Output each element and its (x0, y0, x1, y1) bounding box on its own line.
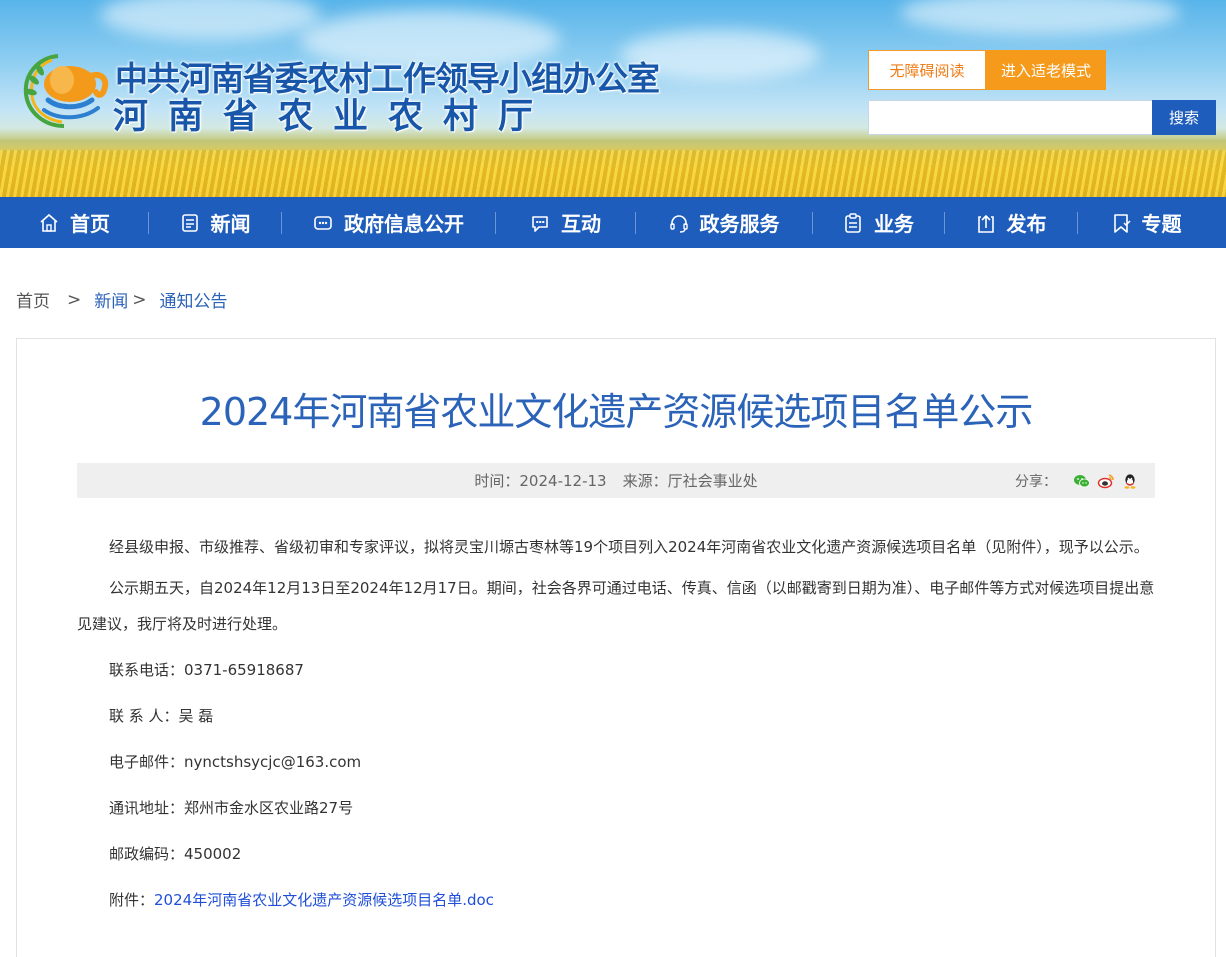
nav-item-label: 互动 (561, 212, 601, 236)
breadcrumb-news[interactable]: 新闻 (94, 287, 128, 312)
nav-item-news[interactable]: 新闻 (148, 197, 281, 248)
header-banner: 中共河南省委农村工作领导小组办公室 河南省农业农村厅 无障碍阅读 进入适老模式 … (0, 0, 1226, 197)
attachment-line: 附件：2024年河南省农业文化遗产资源候选项目名单.doc (77, 877, 1157, 923)
headset-icon (668, 212, 690, 234)
home-icon (38, 212, 60, 234)
org-name-line2: 河南省农业农村厅 (113, 96, 554, 137)
nav-item-interact[interactable]: 互动 (495, 197, 635, 248)
chat-icon (529, 212, 551, 234)
postcode: 邮政编码：450002 (109, 845, 242, 863)
nav-item-label: 政务服务 (699, 212, 780, 236)
breadcrumb-current[interactable]: 通知公告 (160, 287, 228, 312)
breadcrumb-separator: > (132, 289, 147, 310)
nav-item-label: 政府信息公开 (344, 212, 464, 236)
share-bar: 分享： (1015, 463, 1139, 498)
nav-item-home[interactable]: 首页 (0, 197, 148, 248)
attachment-link[interactable]: 2024年河南省农业文化遗产资源候选项目名单.doc (154, 891, 494, 909)
nav-item-gov-service[interactable]: 政务服务 (635, 197, 812, 248)
publish-time: 时间：2024-12-13 (474, 472, 607, 490)
info-icon (312, 212, 334, 234)
search-input[interactable] (868, 100, 1153, 135)
wechat-icon[interactable] (1073, 472, 1091, 490)
share-label: 分享： (1015, 473, 1057, 490)
upload-icon (975, 212, 997, 234)
article-meta-bar: 时间：2024-12-13 来源：厅社会事业处 分享： (77, 463, 1155, 498)
nav-item-label: 发布 (1006, 212, 1047, 236)
breadcrumb: 首页 > 新闻 > 通知公告 (16, 287, 228, 313)
logo-icon (18, 50, 110, 132)
nav-item-gov-info[interactable]: 政府信息公开 (281, 197, 495, 248)
nav-item-label: 业务 (874, 212, 914, 236)
bookmark-icon (1110, 212, 1132, 234)
contact-phone: 联系电话：0371-65918687 (109, 661, 304, 679)
nav-item-label: 首页 (70, 212, 110, 236)
attachment-prefix: 附件： (109, 891, 155, 909)
accessible-reading-button[interactable]: 无障碍阅读 (868, 50, 986, 90)
article-source: 来源：厅社会事业处 (622, 472, 758, 490)
article-title: 2024年河南省农业文化遗产资源候选项目名单公示 (199, 390, 1034, 434)
nav-item-special[interactable]: 专题 (1077, 197, 1214, 248)
article-panel: 2024年河南省农业文化遗产资源候选项目名单公示 时间：2024-12-13 来… (16, 338, 1216, 957)
news-icon (179, 212, 201, 234)
contact-person: 联 系 人：吴 磊 (109, 707, 214, 725)
breadcrumb-home[interactable]: 首页 (16, 287, 50, 312)
article-paragraph: 公示期五天，自2024年12月13日至2024年12月17日。期间，社会各界可通… (77, 579, 1155, 633)
nav-item-label: 专题 (1141, 212, 1182, 236)
nav-item-label: 新闻 (210, 212, 251, 236)
nav-item-business[interactable]: 业务 (812, 197, 944, 248)
article-content: 经县级申报、市级推荐、省级初审和专家评议，拟将灵宝川塬古枣林等19个项目列入20… (77, 529, 1157, 923)
contact-address: 通讯地址：郑州市金水区农业路27号 (109, 799, 354, 817)
qq-icon[interactable] (1121, 472, 1139, 490)
article-paragraph: 经县级申报、市级推荐、省级初审和专家评议，拟将灵宝川塬古枣林等19个项目列入20… (109, 538, 1149, 556)
search-button[interactable]: 搜索 (1152, 100, 1216, 135)
contact-email: 电子邮件：nynctshsycjc@163.com (109, 753, 362, 771)
clipboard-icon (842, 212, 864, 234)
nav-item-publish[interactable]: 发布 (944, 197, 1077, 248)
elder-mode-button[interactable]: 进入适老模式 (986, 50, 1106, 90)
breadcrumb-separator: > (67, 289, 82, 310)
weibo-icon[interactable] (1097, 472, 1115, 490)
main-nav: 首页 新闻 政府信息公开 互动 政务服务 业务 发布 专题 (0, 197, 1226, 248)
